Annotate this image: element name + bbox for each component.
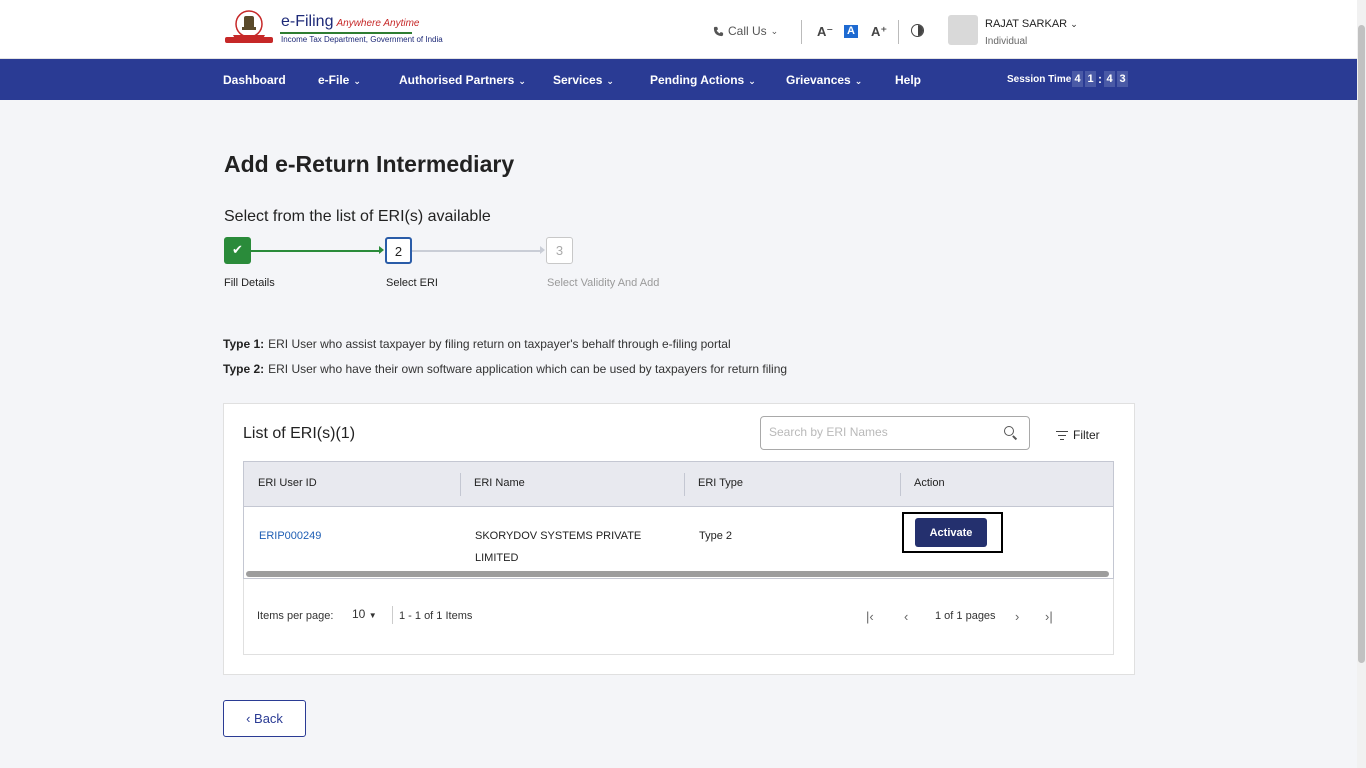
phone-icon	[713, 26, 724, 36]
nav-grievances[interactable]: Grievances ⌄	[786, 73, 862, 87]
eri-user-id-link[interactable]: ERIP000249	[259, 530, 321, 542]
main-navbar: Dashboard e-File ⌄ Authorised Partners ⌄ S…	[0, 59, 1357, 100]
step-3-box: 3	[546, 237, 573, 264]
items-range: 1 - 1 of 1 Items	[399, 610, 473, 622]
step-2-box: 2	[385, 237, 412, 264]
search-icon[interactable]	[1004, 426, 1014, 436]
step-connector	[412, 250, 542, 252]
step-1-label: Fill Details	[224, 277, 275, 289]
back-button[interactable]: ‹ Back	[223, 700, 306, 737]
contrast-icon[interactable]	[911, 24, 924, 37]
top-header: e-Filing Anywhere Anytime Income Tax Depa…	[0, 0, 1357, 59]
column-header-eri-type[interactable]: ERI Type	[698, 477, 743, 489]
chevron-down-icon: ⌄	[1070, 19, 1078, 29]
timer-digit: 3	[1117, 71, 1128, 87]
user-name: RAJAT SARKAR	[985, 18, 1068, 30]
type-1-label: Type 1:	[223, 337, 265, 351]
session-time-label: Session Time	[1007, 74, 1072, 85]
eri-list-title: List of ERI(s)(1)	[243, 425, 356, 442]
column-divider	[684, 473, 685, 496]
nav-pending-actions[interactable]: Pending Actions ⌄	[650, 73, 756, 87]
timer-digit: 4	[1072, 71, 1083, 87]
efiling-logo[interactable]: e-Filing Anywhere Anytime Income Tax Depa…	[223, 9, 443, 49]
page-subtitle: Select from the list of ERI(s) available	[224, 208, 491, 225]
filter-label: Filter	[1073, 428, 1100, 442]
activate-highlight: Activate	[902, 512, 1003, 553]
search-box	[760, 416, 1030, 450]
nav-help[interactable]: Help	[895, 73, 921, 87]
step-1-check-icon: ✔	[224, 237, 251, 264]
call-us-menu[interactable]: Call Us ⌄	[713, 24, 778, 38]
chevron-down-icon: ⌄	[748, 76, 756, 86]
user-menu[interactable]: RAJAT SARKAR ⌄	[985, 18, 1078, 30]
table-header: ERI User ID ERI Name ERI Type Action	[244, 462, 1113, 507]
logo-title: e-Filing Anywhere Anytime	[281, 13, 420, 30]
type-1-text: ERI User who assist taxpayer by filing r…	[268, 337, 731, 351]
chevron-down-icon: ⌄	[854, 76, 863, 86]
user-role: Individual	[985, 36, 1028, 47]
items-per-page-select[interactable]: 10 ▼	[352, 607, 377, 621]
pagination-divider	[392, 606, 393, 624]
step-arrow-icon	[540, 246, 545, 254]
type-2-description: Type 2: ERI User who have their own softw…	[223, 362, 787, 376]
step-3-label: Select Validity And Add	[547, 277, 660, 289]
nav-services[interactable]: Services ⌄	[553, 73, 614, 87]
logo-tagline: Anywhere Anytime	[336, 18, 420, 29]
call-us-label: Call Us	[728, 24, 767, 38]
header-divider	[801, 20, 802, 44]
font-increase-button[interactable]: A⁺	[871, 24, 887, 40]
font-decrease-button[interactable]: A⁻	[817, 24, 833, 40]
pagination-bar: Items per page: 10 ▼ 1 - 1 of 1 Items |‹…	[243, 579, 1114, 655]
first-page-icon[interactable]: |‹	[866, 609, 874, 624]
filter-icon	[1056, 430, 1068, 441]
activate-button[interactable]: Activate	[915, 518, 987, 547]
logo-divider	[280, 32, 412, 34]
timer-colon: :	[1098, 72, 1102, 86]
chevron-down-icon: ⌄	[606, 76, 614, 86]
type-2-label: Type 2:	[223, 362, 265, 376]
type-2-text: ERI User who have their own software app…	[268, 362, 788, 376]
column-header-action: Action	[914, 477, 945, 489]
chevron-down-icon: ⌄	[518, 76, 526, 86]
horizontal-scrollbar[interactable]	[246, 571, 1109, 577]
caret-down-icon: ▼	[368, 611, 377, 620]
items-per-page-label: Items per page:	[257, 610, 334, 622]
india-emblem-icon	[225, 10, 273, 43]
step-2-label: Select ERI	[386, 277, 438, 289]
eri-table: ERI User ID ERI Name ERI Type Action ERI…	[243, 461, 1114, 579]
logo-subtitle: Income Tax Department, Government of Ind…	[281, 35, 443, 44]
nav-efile[interactable]: e-File ⌄	[318, 73, 361, 87]
chevron-down-icon: ⌄	[353, 76, 361, 86]
page-title: Add e-Return Intermediary	[224, 151, 515, 177]
column-divider	[460, 473, 461, 496]
chevron-down-icon: ⌄	[770, 25, 779, 36]
column-header-eri-name[interactable]: ERI Name	[474, 477, 525, 489]
previous-page-icon[interactable]: ‹	[904, 609, 908, 624]
eri-name-line2: LIMITED	[475, 552, 519, 564]
font-default-button[interactable]: A	[844, 25, 858, 38]
nav-authorised-partners[interactable]: Authorised Partners ⌄	[399, 73, 526, 87]
avatar[interactable]	[948, 15, 978, 45]
column-divider	[900, 473, 901, 496]
type-1-description: Type 1: ERI User who assist taxpayer by f…	[223, 337, 731, 351]
eri-type-value: Type 2	[699, 530, 733, 542]
filter-button[interactable]: Filter	[1056, 428, 1100, 442]
session-timer: 4 1 : 4 3	[1072, 71, 1128, 87]
page-count: 1 of 1 pages	[935, 610, 996, 622]
eri-name-line1: SKORYDOV SYSTEMS PRIVATE	[475, 530, 642, 542]
column-header-eri-user-id[interactable]: ERI User ID	[258, 477, 317, 489]
timer-digit: 1	[1085, 71, 1096, 87]
next-page-icon[interactable]: ›	[1015, 609, 1019, 624]
last-page-icon[interactable]: ›|	[1045, 609, 1053, 624]
vertical-scrollbar-thumb[interactable]	[1358, 25, 1365, 663]
step-connector	[251, 250, 381, 252]
nav-dashboard[interactable]: Dashboard	[223, 73, 286, 87]
step-arrow-icon	[379, 246, 384, 254]
timer-digit: 4	[1104, 71, 1115, 87]
search-input[interactable]	[769, 425, 989, 439]
header-divider	[898, 20, 899, 44]
